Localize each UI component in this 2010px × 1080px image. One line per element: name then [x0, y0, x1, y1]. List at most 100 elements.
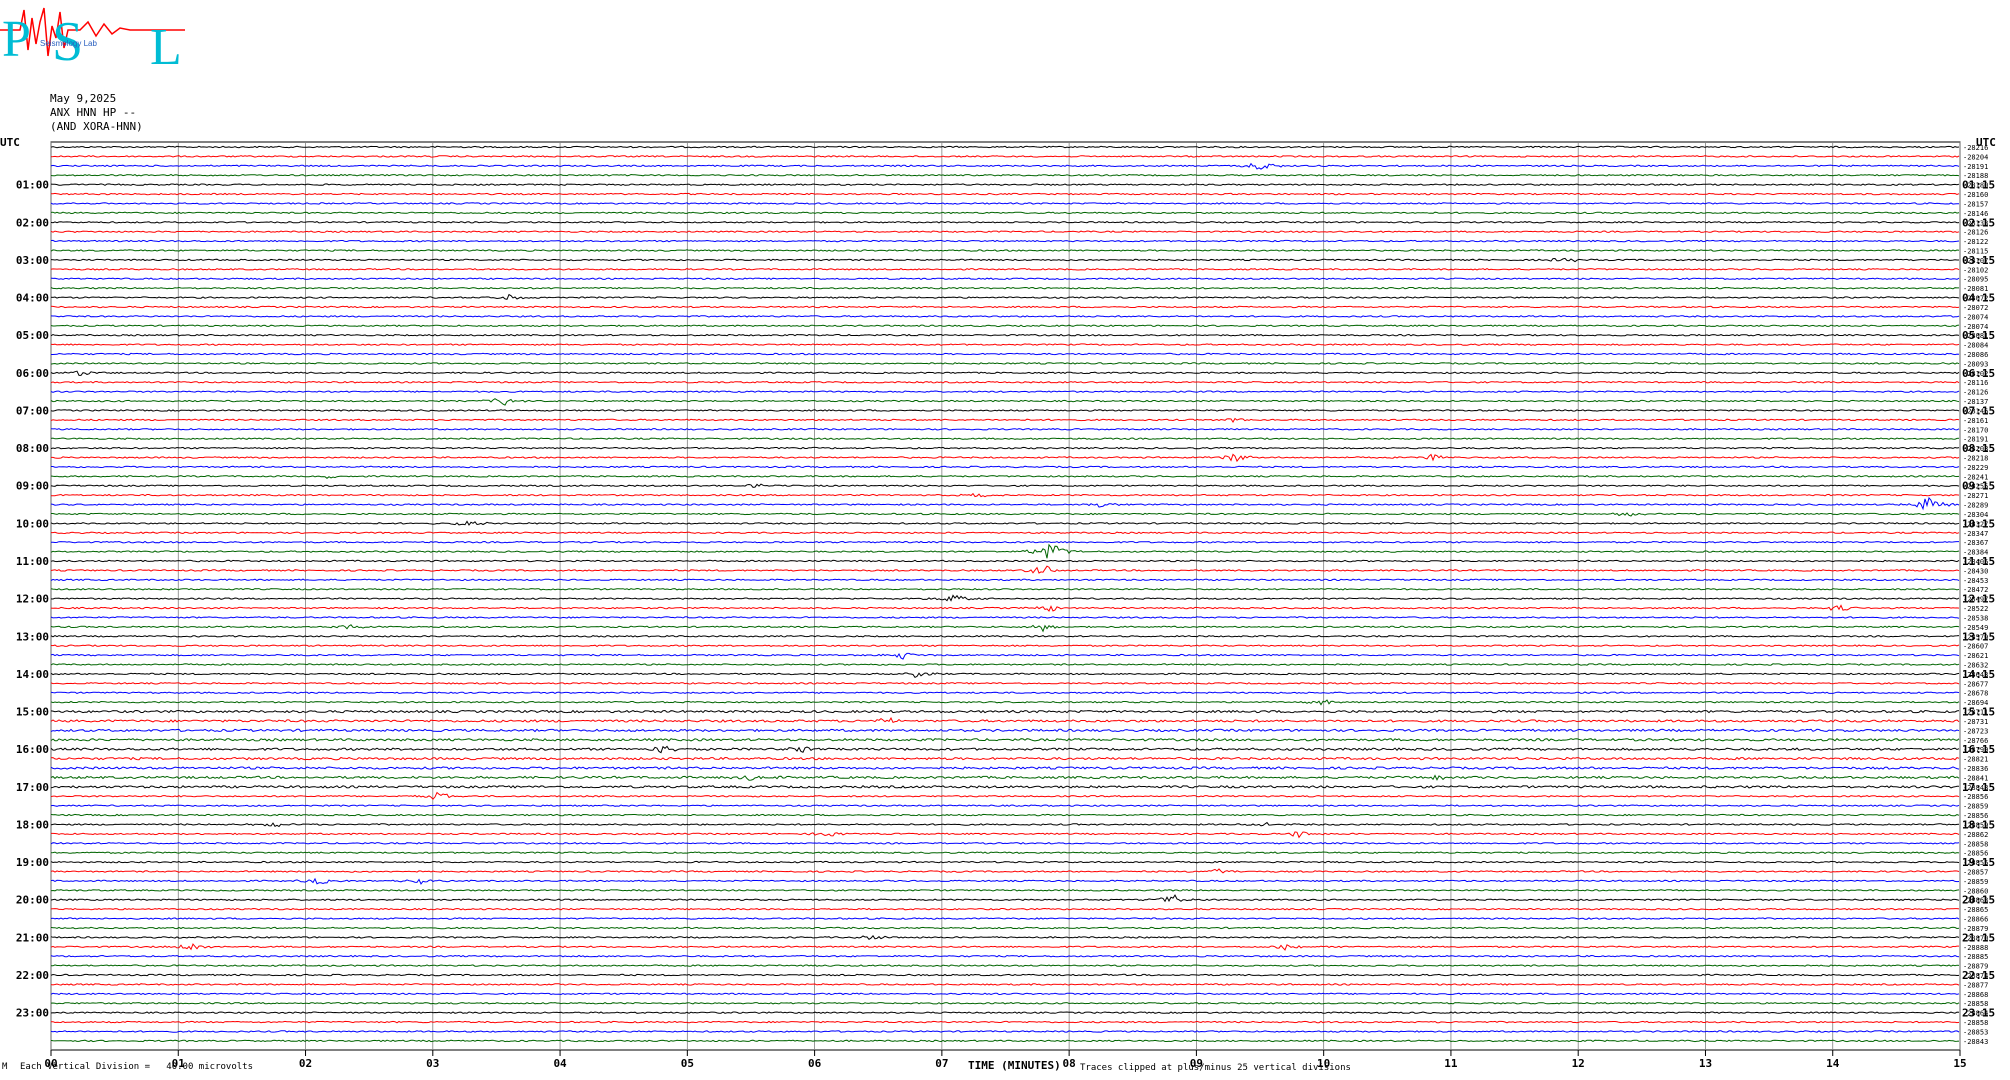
- seismic-trace: [51, 453, 1960, 463]
- hour-label-right: 11:15: [1962, 555, 1995, 568]
- hour-label-left: 09:00: [16, 480, 49, 493]
- seismic-trace: [50, 162, 1960, 170]
- x-tick-label: 03: [426, 1057, 439, 1070]
- hour-label-left: 06:00: [16, 367, 49, 380]
- seismic-trace: [50, 398, 1960, 406]
- trace-value-label: -28347: [1963, 530, 1988, 538]
- trace-value-label: -28191: [1963, 163, 1988, 171]
- trace-value-label: -28084: [1963, 342, 1988, 350]
- hour-label-right: 12:15: [1962, 593, 1995, 606]
- trace-value-label: -28453: [1963, 577, 1988, 585]
- seismic-trace: [50, 992, 1960, 996]
- trace-value-label: -28126: [1963, 229, 1988, 237]
- trace-value-label: -28856: [1963, 793, 1988, 801]
- seismic-trace: [50, 520, 1960, 526]
- utc-label-left: UTC: [0, 136, 20, 149]
- seismic-trace: [51, 540, 1959, 544]
- hour-label-left: 15:00: [16, 706, 49, 719]
- hour-label-right: 15:15: [1962, 706, 1995, 719]
- seismic-trace: [50, 305, 1960, 309]
- trace-value-label: -28116: [1963, 379, 1988, 387]
- seismic-trace: [50, 286, 1959, 290]
- trace-value-label: -28853: [1963, 1028, 1988, 1036]
- division-note: Each Vertical Division = 40.00 microvolt…: [20, 1062, 253, 1072]
- seismic-trace: [50, 565, 1960, 574]
- hour-label-right: 07:15: [1962, 404, 1995, 417]
- trace-value-label: -28821: [1963, 756, 1988, 764]
- seismic-trace: [50, 239, 1960, 243]
- seismic-trace: [50, 804, 1960, 807]
- seismic-trace: [50, 934, 1960, 940]
- seismic-trace: [50, 220, 1960, 224]
- seismic-trace: [50, 1039, 1960, 1043]
- trace-value-label: -28161: [1963, 417, 1988, 425]
- trace-value-label: -28204: [1963, 153, 1988, 161]
- seismic-trace: [50, 1011, 1960, 1014]
- seismic-trace: [50, 663, 1960, 666]
- trace-value-label: -28731: [1963, 718, 1988, 726]
- trace-value-label: -28122: [1963, 238, 1988, 246]
- trace-value-label: -28678: [1963, 690, 1988, 698]
- utc-label-right: UTC: [1976, 136, 1996, 149]
- seismic-trace: [50, 926, 1960, 930]
- trace-value-label: -28229: [1963, 464, 1988, 472]
- x-tick-label: 04: [553, 1057, 567, 1070]
- hour-label-right: 09:15: [1962, 480, 1995, 493]
- seismic-trace: [50, 766, 1960, 770]
- trace-value-label: -28858: [1963, 840, 1988, 848]
- seismic-trace: [50, 496, 1960, 511]
- hour-label-left: 05:00: [16, 329, 49, 342]
- x-tick-label: 06: [808, 1057, 822, 1070]
- hour-label-right: 08:15: [1962, 442, 1995, 455]
- hour-label-left: 03:00: [16, 254, 49, 267]
- seismic-trace: [50, 785, 1960, 789]
- hour-label-left: 21:00: [16, 931, 49, 944]
- seismic-trace: [50, 868, 1960, 874]
- seismic-trace: [50, 578, 1960, 582]
- seismic-trace: [51, 531, 1960, 535]
- seismic-trace: [50, 860, 1960, 864]
- hour-label-right: 13:15: [1962, 630, 1995, 643]
- hour-label-left: 10:00: [16, 517, 49, 530]
- x-tick-label: 05: [681, 1057, 694, 1070]
- hour-label-left: 07:00: [16, 404, 49, 417]
- trace-value-label: -28859: [1963, 803, 1988, 811]
- x-tick-label: 12: [1572, 1057, 1585, 1070]
- seismic-trace: [50, 624, 1960, 633]
- seismic-trace: [50, 362, 1960, 365]
- hour-label-right: 21:15: [1962, 931, 1995, 944]
- seismic-trace: [50, 380, 1960, 384]
- trace-value-label: -28430: [1963, 567, 1988, 575]
- seismic-trace: [50, 709, 1960, 714]
- seismic-trace: [50, 907, 1960, 911]
- seismic-trace: [50, 390, 1960, 393]
- trace-value-label: -28289: [1963, 502, 1988, 510]
- hour-label-left: 02:00: [16, 216, 49, 229]
- trace-value-label: -28170: [1963, 426, 1988, 434]
- seismic-trace: [50, 333, 1960, 337]
- seismic-trace: [50, 894, 1960, 903]
- seismic-trace: [50, 682, 1960, 685]
- seismic-trace: [50, 983, 1960, 986]
- seismic-trace: [50, 446, 1960, 450]
- hour-label-right: 22:15: [1962, 969, 1995, 982]
- seismic-trace: [50, 559, 1960, 563]
- x-tick-label: 13: [1699, 1057, 1712, 1070]
- trace-value-label: -28859: [1963, 878, 1988, 886]
- seismic-trace: [50, 293, 1960, 300]
- hour-label-right: 01:15: [1962, 179, 1995, 192]
- trace-value-label: -28843: [1963, 1038, 1988, 1046]
- seismic-trace: [50, 917, 1960, 920]
- seismic-trace: [51, 352, 1960, 356]
- helicorder-plot: 00 01 02 03 04 05 06 07 08 09 10 11 12 13 14 15-28216-2…: [16, 141, 1995, 1070]
- seismic-trace: [50, 277, 1960, 280]
- seismic-trace: [50, 315, 1960, 318]
- seismic-trace: [50, 594, 1960, 602]
- hour-label-right: 16:15: [1962, 743, 1995, 756]
- hour-label-left: 20:00: [16, 894, 49, 907]
- trace-value-label: -28866: [1963, 916, 1988, 924]
- seismic-trace: [50, 821, 1960, 828]
- seismic-trace: [50, 1001, 1960, 1005]
- seismic-trace: [50, 756, 1960, 761]
- x-tick-label: 07: [935, 1057, 948, 1070]
